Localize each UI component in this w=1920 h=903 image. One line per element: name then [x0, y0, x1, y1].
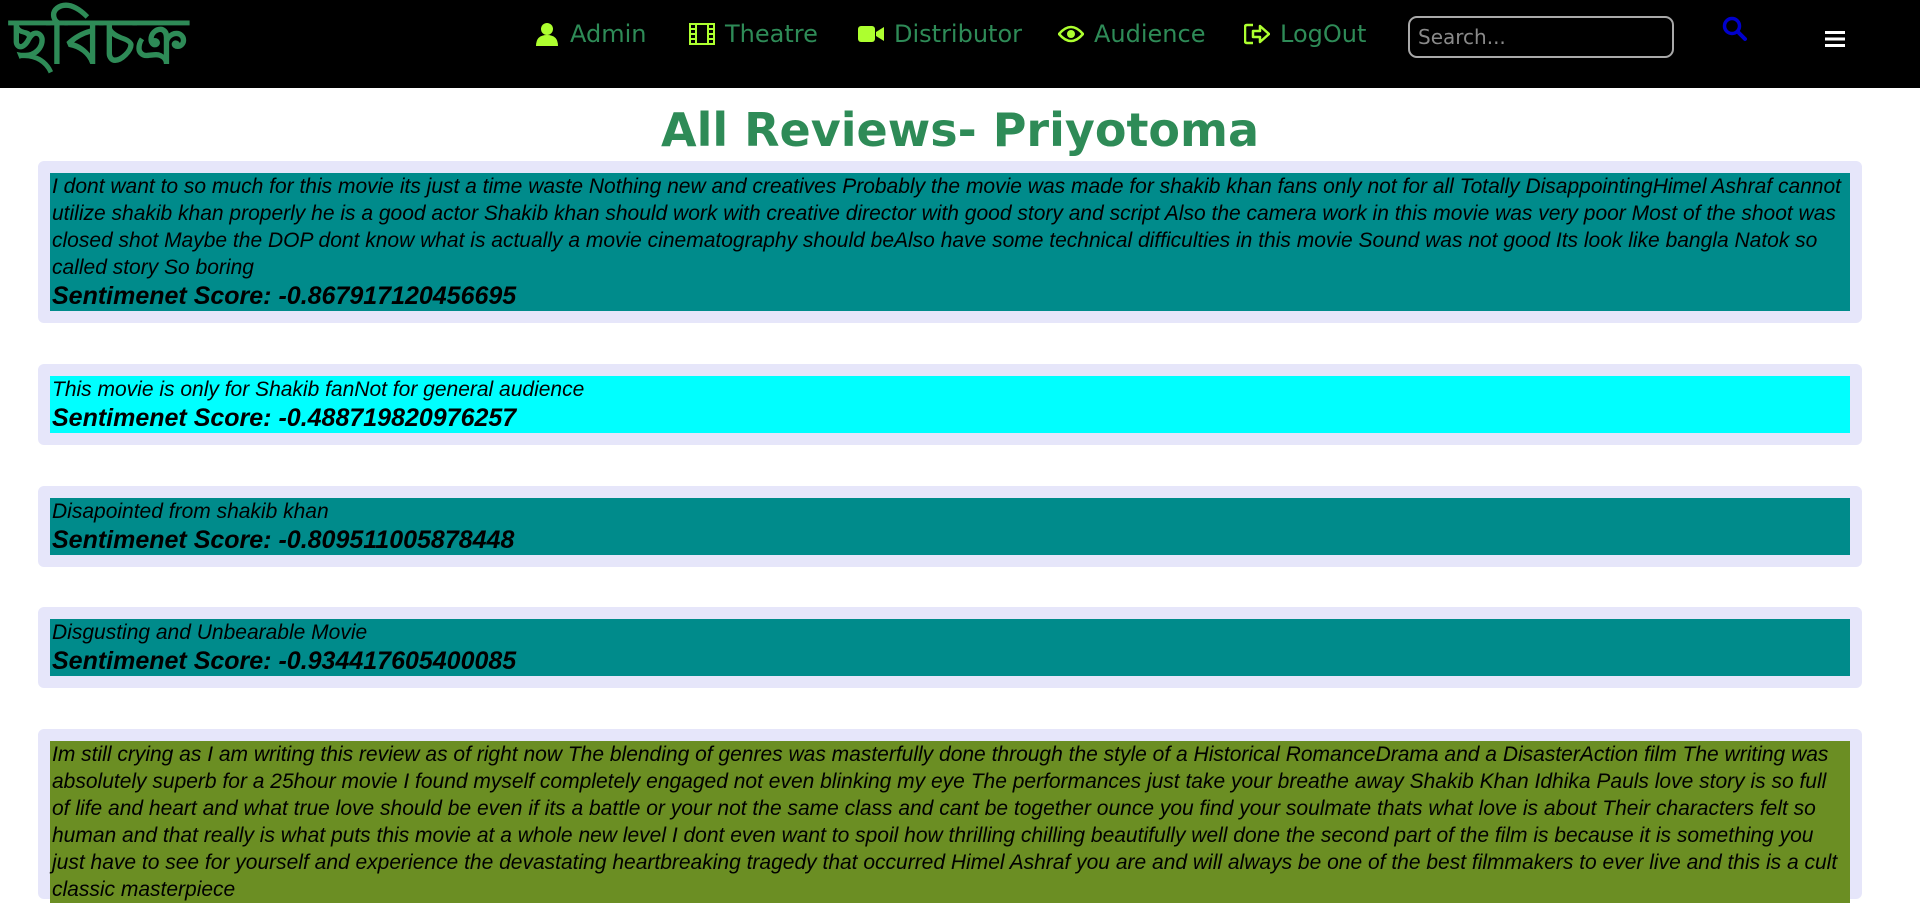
user-icon [534, 21, 560, 47]
search-icon [1722, 16, 1748, 46]
review-card: Disgusting and Unbearable Movie Sentimen… [38, 607, 1862, 688]
score-value: -0.867917120456695 [278, 282, 517, 310]
review-card: Disapointed from shakib khan Sentimenet … [38, 486, 1862, 567]
review-card: This movie is only for Shakib fanNot for… [38, 364, 1862, 445]
nav-item-audience[interactable]: Audience [1058, 14, 1205, 54]
nav-item-distributor[interactable]: Distributor [858, 14, 1022, 54]
video-camera-icon [858, 21, 884, 47]
sign-out-icon [1244, 21, 1270, 47]
top-navbar: ছবিচক্র Admin Theatre Distributor Audien… [0, 0, 1920, 88]
search-input[interactable] [1408, 16, 1674, 58]
nav-item-label: Theatre [725, 20, 818, 48]
review-card: I dont want to so much for this movie it… [38, 161, 1862, 323]
review-card: Im still crying as I am writing this rev… [38, 729, 1862, 903]
eye-icon [1058, 21, 1084, 47]
sentiment-score: Sentimenet Score: -0.488719820976257 [52, 403, 1848, 433]
score-value: -0.488719820976257 [278, 404, 517, 432]
nav-item-label: Audience [1094, 20, 1206, 48]
nav-item-label: LogOut [1280, 20, 1367, 48]
review-text: Disapointed from shakib khan [52, 500, 329, 523]
review-text: This movie is only for Shakib fanNot for… [52, 378, 585, 401]
review-body: I dont want to so much for this movie it… [50, 173, 1850, 311]
review-body: Disapointed from shakib khan Sentimenet … [50, 498, 1850, 555]
score-label: Sentimenet Score: [52, 282, 272, 310]
menu-button[interactable] [1822, 28, 1848, 54]
search-button[interactable] [1720, 16, 1750, 46]
film-icon [689, 21, 715, 47]
score-value: -0.809511005878448 [278, 526, 515, 554]
site-logo[interactable]: ছবিচক্র [10, 2, 188, 82]
page-title: All Reviews- Priyotoma [660, 103, 1260, 157]
review-body: Im still crying as I am writing this rev… [50, 741, 1850, 903]
review-text: Im still crying as I am writing this rev… [52, 743, 1838, 901]
review-body: Disgusting and Unbearable Movie Sentimen… [50, 619, 1850, 676]
nav-item-label: Distributor [894, 20, 1023, 48]
score-label: Sentimenet Score: [52, 526, 272, 554]
sentiment-score: Sentimenet Score: -0.867917120456695 [52, 281, 1848, 311]
score-value: -0.934417605400085 [278, 647, 517, 675]
nav-item-label: Admin [570, 20, 647, 48]
sentiment-score: Sentimenet Score: -0.934417605400085 [52, 646, 1848, 676]
nav-item-theatre[interactable]: Theatre [689, 14, 818, 54]
hamburger-menu-icon [1825, 30, 1845, 52]
sentiment-score: Sentimenet Score: -0.809511005878448 [52, 525, 1848, 555]
score-label: Sentimenet Score: [52, 404, 272, 432]
score-label: Sentimenet Score: [52, 647, 272, 675]
review-text: Disgusting and Unbearable Movie [52, 621, 368, 644]
review-text: I dont want to so much for this movie it… [52, 175, 1841, 279]
nav-item-logout[interactable]: LogOut [1244, 14, 1366, 54]
nav-item-admin[interactable]: Admin [534, 14, 647, 54]
review-body: This movie is only for Shakib fanNot for… [50, 376, 1850, 433]
